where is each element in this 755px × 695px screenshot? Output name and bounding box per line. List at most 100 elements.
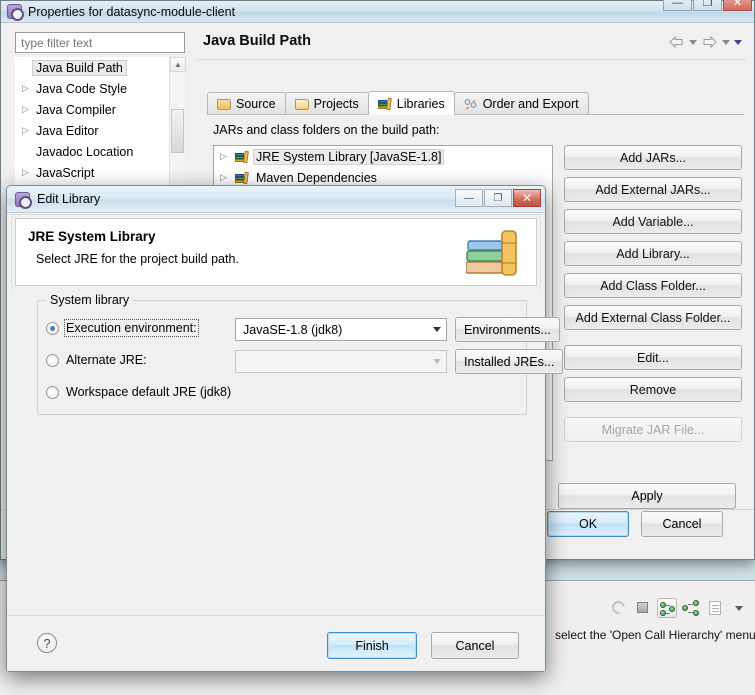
tab-label: Libraries [396, 96, 445, 111]
workspace-default-jre-row[interactable]: Workspace default JRE (jdk8) [46, 381, 231, 403]
eclipse-hint-text: select the 'Open Call Hierarchy' menu [555, 628, 755, 642]
sidebar-item-java-build-path[interactable]: Java Build Path [15, 57, 185, 78]
sidebar-item-label: Java Compiler [36, 102, 116, 117]
dialog-header-description: Select JRE for the project build path. [36, 252, 239, 266]
tab-source[interactable]: Source [207, 92, 286, 115]
maximize-button[interactable]: ❐ [484, 189, 512, 207]
radio-workspace-default-jre[interactable] [46, 385, 59, 399]
properties-titlebar[interactable]: Properties for datasync-module-client — … [1, 0, 754, 23]
back-arrow-icon[interactable] [668, 35, 685, 49]
chevron-right-icon[interactable]: ▷ [19, 167, 32, 178]
sidebar-item-java-code-style[interactable]: ▷ Java Code Style [15, 78, 185, 99]
migrate-jar-file-button: Migrate JAR File... [564, 417, 742, 442]
environments-button[interactable]: Environments... [455, 317, 560, 342]
sidebar-item-label: Java Editor [36, 123, 99, 138]
dialog-footer: ? Finish Cancel [7, 615, 545, 671]
sidebar-item-label: Java Build Path [32, 59, 127, 76]
forward-dropdown-icon[interactable] [722, 39, 730, 45]
sidebar-item-java-editor[interactable]: ▷ Java Editor [15, 120, 185, 141]
finish-button[interactable]: Finish [327, 632, 417, 659]
edit-library-window-controls[interactable]: — ❐ ✕ [455, 189, 541, 207]
add-class-folder-button[interactable]: Add Class Folder... [564, 273, 742, 298]
jar-row-label: Maven Dependencies [256, 170, 377, 185]
edit-library-cancel-button[interactable]: Cancel [431, 632, 519, 659]
jars-list-label: JARs and class folders on the build path… [213, 123, 440, 137]
remove-button[interactable]: Remove [564, 377, 742, 402]
alternate-jre-row[interactable]: Alternate JRE: [46, 349, 147, 371]
view-menu-dropdown-icon[interactable] [729, 598, 749, 618]
gear-icon [15, 191, 32, 209]
sidebar-item-label: Javadoc Location [36, 144, 134, 159]
radio-alternate-jre[interactable] [46, 353, 59, 367]
sidebar-item-javascript[interactable]: ▷ JavaScript [15, 162, 185, 183]
sidebar-item-label: Java Code Style [36, 81, 128, 96]
navigation-controls[interactable] [668, 35, 742, 49]
properties-window-controls[interactable]: — ❐ ✕ [663, 0, 752, 11]
minimize-button[interactable]: — [663, 0, 692, 11]
page-title: Java Build Path [203, 33, 311, 49]
stop-square-icon[interactable] [633, 598, 653, 618]
forward-arrow-icon[interactable] [701, 35, 718, 49]
execution-environment-label: Execution environment: [64, 319, 199, 337]
chevron-right-icon[interactable]: ▷ [19, 83, 32, 94]
edit-button[interactable]: Edit... [564, 345, 742, 370]
apply-row: Apply [558, 483, 736, 509]
tab-projects[interactable]: Projects [284, 92, 369, 115]
view-menu-triangle-icon[interactable] [734, 39, 742, 45]
chevron-right-icon[interactable]: ▷ [19, 104, 32, 115]
tab-label: Order and Export [482, 97, 579, 111]
eclipse-view-toolbar[interactable] [609, 598, 749, 618]
close-button[interactable]: ✕ [513, 189, 541, 207]
dialog-header-banner: JRE System Library Select JRE for the pr… [15, 218, 537, 286]
dialog-header-title: JRE System Library [28, 229, 156, 244]
add-external-jars-button[interactable]: Add External JARs... [564, 177, 742, 202]
call-hierarchy-icon[interactable] [657, 598, 677, 618]
tab-libraries[interactable]: Libraries [367, 91, 455, 115]
properties-cancel-button[interactable]: Cancel [641, 511, 723, 537]
jar-row-label: JRE System Library [JavaSE-1.8] [253, 148, 445, 165]
libraries-action-buttons[interactable]: Add JARs... Add External JARs... Add Var… [564, 145, 742, 449]
edit-library-dialog: Edit Library — ❐ ✕ JRE System Library Se… [6, 185, 564, 672]
add-jars-button[interactable]: Add JARs... [564, 145, 742, 170]
minimize-button[interactable]: — [455, 189, 483, 207]
close-button[interactable]: ✕ [723, 0, 752, 11]
installed-jres-button[interactable]: Installed JREs... [455, 349, 564, 374]
title-separator [197, 59, 746, 60]
tab-label: Source [236, 97, 276, 111]
library-books-icon [235, 150, 249, 163]
add-external-class-folder-button[interactable]: Add External Class Folder... [564, 305, 742, 330]
scrollbar-thumb[interactable] [171, 109, 184, 153]
chevron-right-icon[interactable]: ▷ [19, 125, 32, 136]
add-variable-button[interactable]: Add Variable... [564, 209, 742, 234]
edit-library-titlebar[interactable]: Edit Library — ❐ ✕ [7, 186, 545, 213]
chevron-down-icon[interactable] [427, 319, 446, 340]
sidebar-item-javadoc-location[interactable]: Javadoc Location [15, 141, 185, 162]
sidebar-item-label: JavaScript [36, 165, 95, 180]
apply-button[interactable]: Apply [558, 483, 736, 509]
group-legend: System library [46, 293, 134, 307]
type-hierarchy-icon[interactable] [681, 598, 701, 618]
refresh-spiral-icon[interactable] [609, 598, 629, 618]
execution-environment-combo[interactable]: JavaSE-1.8 (jdk8) [235, 318, 447, 341]
back-dropdown-icon[interactable] [689, 39, 697, 45]
chevron-right-icon[interactable]: ▷ [220, 172, 231, 183]
jar-row-jre-system-library[interactable]: ▷ JRE System Library [JavaSE-1.8] [214, 146, 552, 167]
radio-execution-environment[interactable] [46, 321, 59, 335]
chevron-down-icon [427, 351, 446, 372]
chevron-right-icon[interactable]: ▷ [220, 151, 231, 162]
filter-input[interactable] [15, 32, 185, 53]
alternate-jre-combo [235, 350, 447, 373]
ok-button[interactable]: OK [547, 511, 629, 537]
add-library-button[interactable]: Add Library... [564, 241, 742, 266]
build-path-tabs[interactable]: Source Projects Libraries Order and Expo… [207, 91, 589, 115]
execution-environment-row[interactable]: Execution environment: [46, 317, 199, 339]
tab-order-and-export[interactable]: Order and Export [453, 92, 589, 115]
help-icon[interactable]: ? [37, 633, 57, 653]
projects-folder-icon [294, 98, 309, 110]
list-view-icon[interactable] [705, 598, 725, 618]
gear-icon [7, 4, 24, 21]
sidebar-item-java-compiler[interactable]: ▷ Java Compiler [15, 99, 185, 120]
execution-environment-value: JavaSE-1.8 (jdk8) [243, 322, 343, 337]
maximize-button[interactable]: ❐ [693, 0, 722, 11]
scroll-up-icon[interactable]: ▲ [170, 57, 186, 72]
